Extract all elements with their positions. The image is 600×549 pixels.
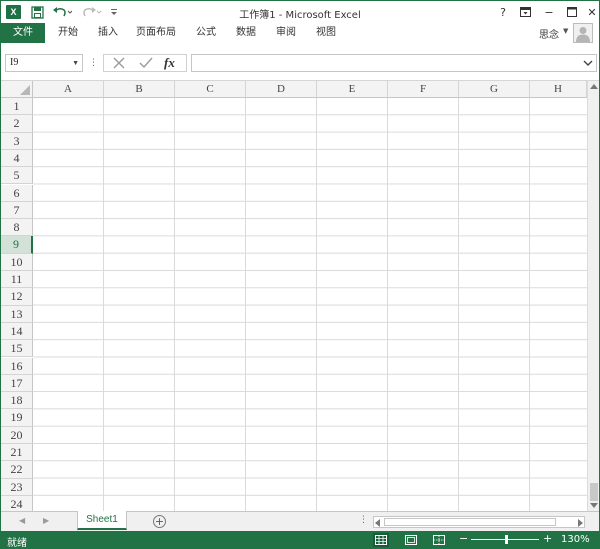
ribbon-display-options-icon[interactable] xyxy=(515,3,535,21)
tab-home[interactable]: 开始 xyxy=(51,23,85,43)
row-header[interactable]: 8 xyxy=(1,219,33,237)
row-header[interactable]: 1 xyxy=(1,98,33,116)
ribbon-tab-bar: 文件 开始 插入 页面布局 公式 数据 审阅 视图 思念 ▼ xyxy=(1,23,599,66)
row-header[interactable]: 10 xyxy=(1,253,33,271)
formula-bar: I9 ▼ ⋮ fx xyxy=(1,45,599,81)
excel-window: X 工作簿1 - Microsoft Excel ? − ✕ 文件 开始 插入 … xyxy=(0,0,600,549)
name-box[interactable]: I9 ▼ xyxy=(5,54,83,72)
row-header[interactable]: 23 xyxy=(1,478,33,496)
row-header[interactable]: 13 xyxy=(1,305,33,323)
sheet-tab-sheet1[interactable]: Sheet1 xyxy=(77,511,127,530)
excel-logo-icon[interactable]: X xyxy=(6,5,21,19)
tab-insert[interactable]: 插入 xyxy=(91,23,125,43)
scroll-right-icon[interactable] xyxy=(578,519,583,527)
row-header[interactable]: 21 xyxy=(1,444,33,462)
vertical-scrollbar[interactable] xyxy=(587,81,599,511)
select-all-triangle-icon xyxy=(20,85,30,95)
column-header-c[interactable]: C xyxy=(175,81,246,98)
help-button[interactable]: ? xyxy=(493,3,513,21)
row-header[interactable]: 24 xyxy=(1,495,33,511)
next-sheet-icon[interactable]: ▶ xyxy=(43,516,49,525)
row-header[interactable]: 3 xyxy=(1,132,33,150)
title-bar: X 工作簿1 - Microsoft Excel ? − ✕ xyxy=(1,1,599,23)
expand-formula-bar-icon[interactable] xyxy=(583,57,593,69)
row-header[interactable]: 22 xyxy=(1,461,33,479)
tab-view[interactable]: 视图 xyxy=(309,23,343,43)
page-layout-view-icon[interactable] xyxy=(403,533,419,547)
more-options-icon[interactable]: ⋮ xyxy=(89,57,98,69)
row-header[interactable]: 17 xyxy=(1,374,33,393)
row-header[interactable]: 14 xyxy=(1,322,33,341)
vertical-scroll-thumb[interactable] xyxy=(590,483,598,501)
cancel-icon[interactable] xyxy=(112,56,126,70)
select-all-corner[interactable] xyxy=(1,81,33,98)
maximize-button[interactable] xyxy=(562,3,582,21)
zoom-level[interactable]: 130% xyxy=(561,534,590,545)
tab-page-layout[interactable]: 页面布局 xyxy=(131,23,181,43)
horizontal-scroll-thumb[interactable] xyxy=(384,518,556,526)
avatar[interactable] xyxy=(573,23,593,43)
scroll-up-icon[interactable] xyxy=(590,84,598,89)
row-header[interactable]: 12 xyxy=(1,288,33,306)
user-name[interactable]: 思念 xyxy=(539,26,559,41)
zoom-out-button[interactable]: − xyxy=(459,532,468,545)
minimize-button[interactable]: − xyxy=(539,3,559,21)
add-sheet-button[interactable]: + xyxy=(153,515,166,528)
row-header-active[interactable]: 9 xyxy=(1,236,33,254)
normal-view-icon[interactable] xyxy=(373,533,389,547)
close-button[interactable]: ✕ xyxy=(582,3,599,21)
status-bar: 就绪 − + 130% xyxy=(1,531,599,549)
tab-file[interactable]: 文件 xyxy=(1,23,45,43)
column-header-h[interactable]: H xyxy=(530,81,587,98)
chevron-down-icon[interactable]: ▼ xyxy=(72,55,79,71)
scroll-left-icon[interactable] xyxy=(375,519,380,527)
column-header-d[interactable]: D xyxy=(246,81,317,98)
formula-buttons: fx xyxy=(103,54,187,72)
column-header-a[interactable]: A xyxy=(33,81,104,98)
row-header[interactable]: 20 xyxy=(1,426,33,444)
tab-formulas[interactable]: 公式 xyxy=(189,23,223,43)
customize-quick-access-icon[interactable] xyxy=(109,4,119,20)
sheet-tab-bar: ◀ ▶ Sheet1 + ⋮ xyxy=(1,511,599,531)
row-header[interactable]: 2 xyxy=(1,115,33,133)
row-header[interactable]: 11 xyxy=(1,271,33,289)
zoom-slider-handle[interactable] xyxy=(505,535,508,544)
page-break-preview-icon[interactable] xyxy=(431,533,447,547)
row-header[interactable]: 6 xyxy=(1,184,33,202)
worksheet-grid: A B C D E F G H 1 2 3 4 5 6 7 8 9 10 11 … xyxy=(1,81,599,511)
formula-input[interactable] xyxy=(191,54,597,72)
chevron-down-icon[interactable]: ▼ xyxy=(563,27,568,35)
column-header-g[interactable]: G xyxy=(459,81,530,98)
insert-function-button[interactable]: fx xyxy=(164,55,175,71)
row-header[interactable]: 4 xyxy=(1,149,33,168)
save-icon[interactable] xyxy=(29,4,45,20)
row-header[interactable]: 18 xyxy=(1,392,33,410)
row-header[interactable]: 19 xyxy=(1,409,33,427)
status-ready-text: 就绪 xyxy=(7,538,27,549)
row-header[interactable]: 15 xyxy=(1,340,33,358)
column-header-f[interactable]: F xyxy=(388,81,459,98)
cell-grid[interactable] xyxy=(33,98,587,511)
previous-sheet-icon[interactable]: ◀ xyxy=(19,516,25,525)
row-header[interactable]: 7 xyxy=(1,201,33,220)
column-header-b[interactable]: B xyxy=(104,81,175,98)
scroll-down-icon[interactable] xyxy=(590,503,598,508)
row-header[interactable]: 16 xyxy=(1,357,33,375)
row-header[interactable]: 5 xyxy=(1,167,33,185)
tab-data[interactable]: 数据 xyxy=(229,23,263,43)
tab-review[interactable]: 审阅 xyxy=(269,23,303,43)
undo-icon[interactable] xyxy=(51,4,73,20)
redo-icon[interactable] xyxy=(81,4,103,20)
column-header-e[interactable]: E xyxy=(317,81,388,98)
enter-check-icon[interactable] xyxy=(138,56,154,70)
horizontal-scrollbar[interactable] xyxy=(373,516,585,528)
zoom-in-button[interactable]: + xyxy=(543,532,552,545)
more-options-icon[interactable]: ⋮ xyxy=(359,515,368,525)
name-box-value: I9 xyxy=(10,57,19,68)
